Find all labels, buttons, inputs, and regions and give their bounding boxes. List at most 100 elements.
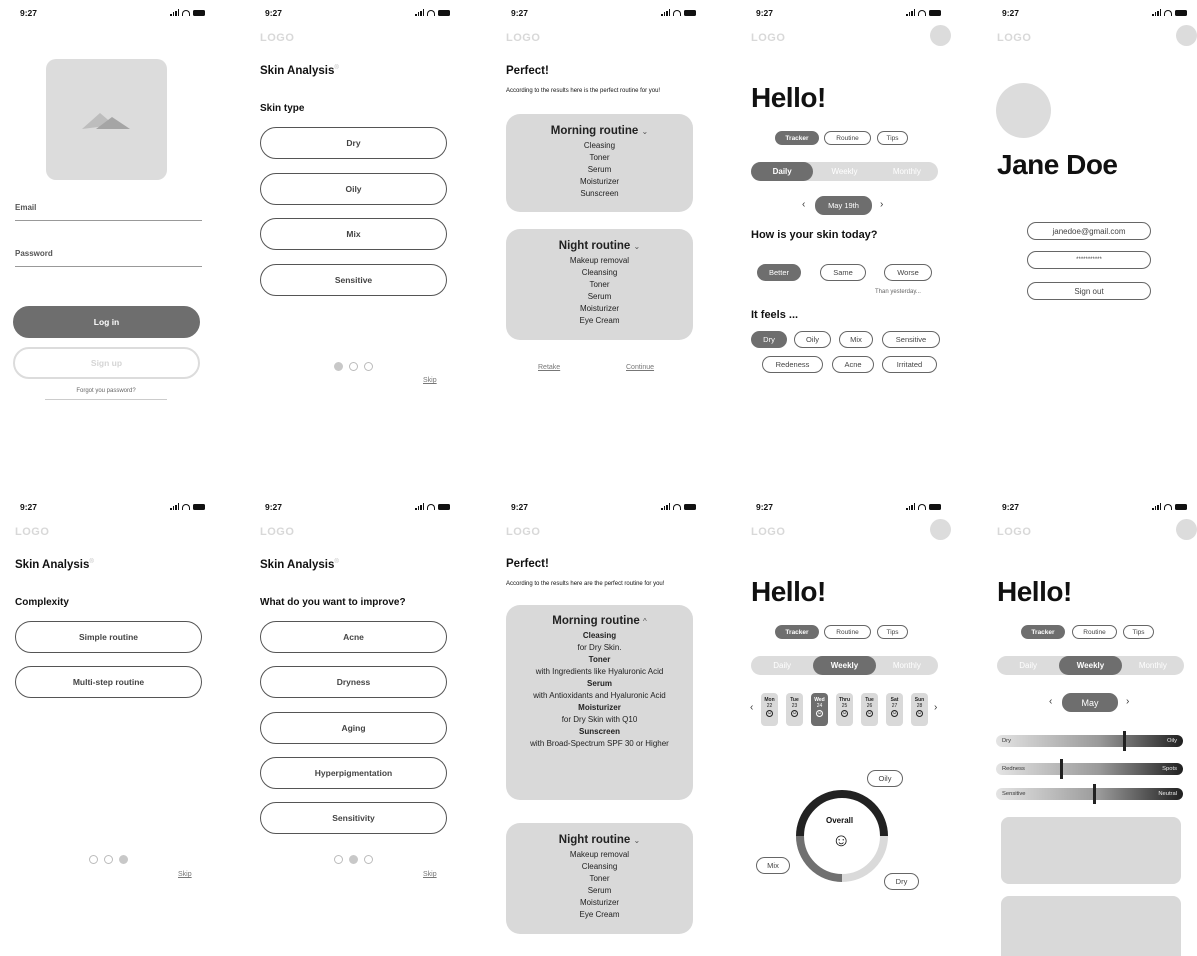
option-mix[interactable]: Mix [260, 218, 447, 250]
prev-arrow-icon[interactable]: ‹ [750, 702, 753, 713]
period-monthly[interactable]: Monthly [876, 656, 938, 675]
feel-irritated[interactable]: Irritated [882, 356, 937, 373]
month-chip[interactable]: May [1062, 693, 1118, 712]
feel-sensitive[interactable]: Sensitive [882, 331, 940, 348]
battery-icon [684, 9, 696, 16]
option-dryness[interactable]: Dryness [260, 666, 447, 698]
option-simple-routine[interactable]: Simple routine [15, 621, 202, 653]
slider-sensitive-neutral[interactable]: Sensitive Neutral [996, 784, 1183, 804]
signal-icon [170, 9, 179, 16]
complexity-screen: 9:27 LOGO Skin Analysis® Complexity Simp… [0, 494, 235, 956]
routine-step-detail: for Dry Skin. [577, 643, 622, 652]
day-sat[interactable]: Sat 27 ☺ [886, 693, 903, 726]
slider-knob[interactable] [1060, 759, 1063, 779]
option-oily[interactable]: Oily [260, 173, 447, 205]
tab-routine[interactable]: Routine [1072, 625, 1117, 639]
email-field[interactable] [15, 220, 202, 221]
option-hyperpigmentation[interactable]: Hyperpigmentation [260, 757, 447, 789]
avatar[interactable] [1176, 25, 1197, 46]
date-chip[interactable]: May 19th [815, 196, 872, 215]
signout-button[interactable]: Sign out [1027, 282, 1151, 300]
avatar[interactable] [1176, 519, 1197, 540]
period-daily[interactable]: Daily [751, 162, 814, 181]
prev-arrow-icon[interactable]: ‹ [802, 199, 805, 210]
day-thu[interactable]: Thru 25 ☺ [836, 693, 853, 726]
next-arrow-icon[interactable]: › [1126, 696, 1129, 707]
wifi-icon [1164, 503, 1172, 510]
prev-arrow-icon[interactable]: ‹ [1049, 696, 1052, 707]
period-weekly[interactable]: Weekly [813, 656, 876, 675]
improve-heading: What do you want to improve? [260, 597, 406, 608]
battery-icon [193, 9, 205, 16]
option-sensitive[interactable]: Sensitive [260, 264, 447, 296]
feel-oily[interactable]: Oily [794, 331, 831, 348]
skip-link[interactable]: Skip [178, 871, 192, 878]
tracker-weekly-screen: 9:27 LOGO Hello! Tracker Routine Tips Da… [736, 494, 971, 956]
period-weekly[interactable]: Weekly [1059, 656, 1122, 675]
next-arrow-icon[interactable]: › [880, 199, 883, 210]
option-dry[interactable]: Dry [260, 127, 447, 159]
chevron-down-icon[interactable]: ⌄ [642, 127, 649, 136]
slider-knob[interactable] [1123, 731, 1126, 751]
slider-redness-spots[interactable]: Redness Spots [996, 759, 1183, 779]
page-dot [334, 362, 343, 371]
morning-routine-card[interactable]: Morning routine ^ Cleasing for Dry Skin.… [506, 605, 693, 800]
feel-mix[interactable]: Mix [839, 331, 873, 348]
password-field[interactable] [15, 266, 202, 267]
feel-acne[interactable]: Acne [832, 356, 874, 373]
logo: LOGO [260, 526, 295, 538]
avatar[interactable] [930, 519, 951, 540]
signup-button[interactable]: Sign up [13, 347, 200, 379]
skip-link[interactable]: Skip [423, 377, 437, 384]
avatar[interactable] [930, 25, 951, 46]
tab-tips[interactable]: Tips [877, 131, 908, 145]
day-fri[interactable]: Tue 26 ☺ [861, 693, 878, 726]
day-wed[interactable]: Wed 24 ☺ [811, 693, 828, 726]
mood-better[interactable]: Better [757, 264, 801, 281]
night-routine-title-text: Night routine [558, 240, 631, 252]
option-sensitivity[interactable]: Sensitivity [260, 802, 447, 834]
chevron-down-icon[interactable]: ⌄ [634, 242, 641, 251]
continue-link[interactable]: Continue [626, 364, 654, 371]
day-tue[interactable]: Tue 23 ☺ [786, 693, 803, 726]
next-arrow-icon[interactable]: › [934, 702, 937, 713]
wifi-icon [427, 9, 435, 16]
logo: LOGO [506, 526, 541, 538]
period-weekly[interactable]: Weekly [813, 162, 875, 181]
forgot-password-link[interactable]: Forgot you password? [45, 388, 167, 400]
night-routine-card[interactable]: Night routine ⌄ Makeup removal Cleansing… [506, 229, 693, 340]
morning-routine-card[interactable]: Morning routine ⌄ Cleasing Toner Serum M… [506, 114, 693, 212]
period-daily[interactable]: Daily [997, 656, 1059, 675]
tab-routine[interactable]: Routine [824, 131, 871, 145]
night-routine-card[interactable]: Night routine ⌄ Makeup removal Cleansing… [506, 823, 693, 934]
status-time: 9:27 [20, 502, 38, 512]
chevron-up-icon[interactable]: ^ [643, 617, 647, 626]
page-indicator [334, 362, 373, 371]
skip-link[interactable]: Skip [423, 871, 437, 878]
tab-tracker[interactable]: Tracker [775, 625, 819, 639]
slider-knob[interactable] [1093, 784, 1096, 804]
tab-routine[interactable]: Routine [824, 625, 871, 639]
mood-same[interactable]: Same [820, 264, 866, 281]
page-dot [119, 855, 128, 864]
feel-redness[interactable]: Redeness [762, 356, 823, 373]
day-sun[interactable]: Sun 28 ☺ [911, 693, 928, 726]
tab-tracker[interactable]: Tracker [1021, 625, 1065, 639]
feel-dry[interactable]: Dry [751, 331, 787, 348]
slider-dry-oily[interactable]: Dry Oily [996, 731, 1183, 751]
password-display: *********** [1027, 251, 1151, 269]
option-aging[interactable]: Aging [260, 712, 447, 744]
day-mon[interactable]: Mon 22 ☺ [761, 693, 778, 726]
tab-tracker[interactable]: Tracker [775, 131, 819, 145]
retake-link[interactable]: Retake [538, 364, 560, 371]
option-multi-step-routine[interactable]: Multi-step routine [15, 666, 202, 698]
tab-tips[interactable]: Tips [877, 625, 908, 639]
period-monthly[interactable]: Monthly [876, 162, 938, 181]
login-button[interactable]: Log in [13, 306, 200, 338]
option-acne[interactable]: Acne [260, 621, 447, 653]
period-monthly[interactable]: Monthly [1122, 656, 1184, 675]
period-daily[interactable]: Daily [751, 656, 813, 675]
chevron-down-icon[interactable]: ⌄ [634, 836, 641, 845]
mood-worse[interactable]: Worse [884, 264, 932, 281]
tab-tips[interactable]: Tips [1123, 625, 1154, 639]
